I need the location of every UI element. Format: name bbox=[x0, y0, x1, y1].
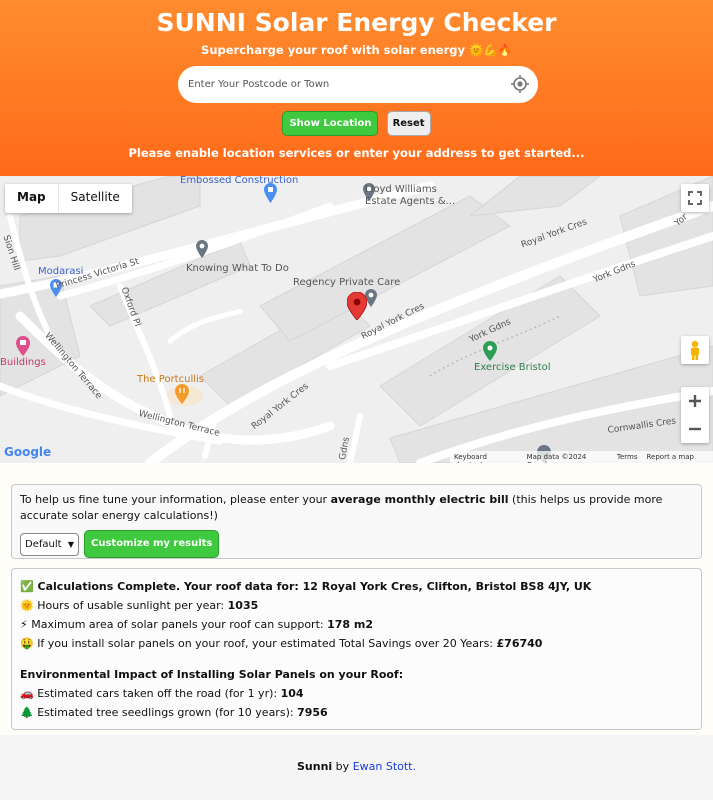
savings-label: 🤑 If you install solar panels on your ro… bbox=[20, 637, 497, 650]
map-label: Estate Agents &... bbox=[365, 196, 456, 207]
map-data-text: Map data ©2024 Google bbox=[526, 453, 587, 469]
pegman-icon bbox=[691, 340, 699, 360]
bill-select[interactable]: Default ▼ bbox=[20, 532, 79, 556]
zoom-controls bbox=[681, 387, 709, 443]
report-error-link[interactable]: Report a map error bbox=[646, 453, 709, 469]
zoom-in-icon[interactable] bbox=[681, 387, 709, 415]
tab-satellite[interactable]: Satellite bbox=[59, 184, 132, 213]
results-heading: ✅ Calculations Complete. Your roof data … bbox=[20, 580, 592, 593]
fullscreen-button[interactable] bbox=[681, 184, 709, 212]
map-label: Regency Private Care bbox=[293, 277, 401, 288]
savings-value: £76740 bbox=[496, 637, 543, 650]
cars-label: 🚗 Estimated cars taken off the road (for… bbox=[20, 687, 281, 700]
area-row: ⚡ Maximum area of solar panels your roof… bbox=[20, 615, 693, 634]
map-label: Exercise Bristol bbox=[474, 362, 551, 373]
map-attribution: Keyboard shortcuts Map data ©2024 Google… bbox=[450, 451, 713, 469]
brand-name: Sunni bbox=[297, 760, 333, 773]
trees-value: 7956 bbox=[297, 706, 328, 719]
zoom-out-icon[interactable] bbox=[681, 415, 709, 443]
map-label: Lloyd Williams bbox=[365, 184, 437, 195]
bill-text: To help us fine tune your information, p… bbox=[20, 493, 331, 506]
area-label: ⚡ Maximum area of solar panels your roof… bbox=[20, 618, 328, 631]
poi-pin-icon[interactable] bbox=[16, 336, 30, 356]
bill-controls: Default ▼ Customize my results bbox=[20, 530, 693, 558]
results-card: ✅ Calculations Complete. Your roof data … bbox=[11, 568, 702, 730]
show-location-button[interactable]: Show Location bbox=[282, 111, 379, 136]
map-type-toggle: Map Satellite bbox=[5, 184, 132, 213]
customize-button[interactable]: Customize my results bbox=[84, 530, 220, 558]
tab-map[interactable]: Map bbox=[5, 184, 59, 213]
savings-row: 🤑 If you install solar panels on your ro… bbox=[20, 634, 693, 653]
google-logo-text: Google bbox=[4, 445, 52, 459]
place-pin-icon[interactable] bbox=[196, 240, 208, 258]
keyboard-shortcuts-link[interactable]: Keyboard shortcuts bbox=[454, 453, 518, 469]
locate-icon[interactable] bbox=[510, 74, 530, 94]
google-logo: Google bbox=[4, 445, 51, 459]
search-input[interactable] bbox=[188, 74, 508, 94]
bill-text-bold: average monthly electric bill bbox=[330, 493, 509, 506]
place-pin-icon[interactable] bbox=[264, 183, 277, 203]
fullscreen-icon bbox=[688, 191, 702, 205]
gym-pin-icon[interactable] bbox=[483, 341, 497, 361]
terms-link[interactable]: Terms bbox=[617, 453, 638, 461]
map-label: Buildings bbox=[0, 357, 46, 368]
map-label: The Portcullis bbox=[137, 374, 204, 385]
search-bar bbox=[178, 66, 538, 103]
author-link[interactable]: Ewan Stott. bbox=[353, 760, 416, 773]
sunlight-value: 1035 bbox=[227, 599, 259, 612]
sunlight-label: 🌞 Hours of usable sunlight per year: bbox=[20, 599, 228, 612]
restaurant-pin-icon[interactable] bbox=[175, 384, 189, 404]
bill-select-value: Default bbox=[25, 538, 62, 550]
page-title: SUNNI Solar Energy Checker bbox=[156, 8, 557, 37]
page-footer: Sunni by Ewan Stott. bbox=[0, 760, 713, 773]
cars-row: 🚗 Estimated cars taken off the road (for… bbox=[20, 684, 693, 703]
trees-label: 🌲 Estimated tree seedlings grown (for 10… bbox=[20, 706, 298, 719]
cars-value: 104 bbox=[280, 687, 304, 700]
bill-instructions: To help us fine tune your information, p… bbox=[20, 492, 693, 524]
map-label: Knowing What To Do bbox=[186, 263, 289, 274]
status-message: Please enable location services or enter… bbox=[128, 146, 585, 160]
bill-card: To help us fine tune your information, p… bbox=[11, 484, 702, 559]
env-heading: Environmental Impact of Installing Solar… bbox=[20, 668, 404, 681]
reset-button[interactable]: Reset bbox=[386, 111, 431, 136]
hero-header: SUNNI Solar Energy Checker Supercharge y… bbox=[0, 0, 713, 176]
map-label: Embossed Construction bbox=[180, 176, 299, 186]
location-marker-icon[interactable] bbox=[347, 292, 367, 320]
area-value: 178 m2 bbox=[327, 618, 374, 631]
map-view[interactable]: Embossed Construction Lloyd Williams Est… bbox=[0, 176, 713, 463]
page-subtitle: Supercharge your roof with solar energy … bbox=[201, 43, 512, 57]
trees-row: 🌲 Estimated tree seedlings grown (for 10… bbox=[20, 703, 693, 722]
street-view-button[interactable] bbox=[681, 336, 709, 364]
action-buttons: Show Location Reset bbox=[0, 111, 713, 136]
footer-by: by bbox=[332, 760, 353, 773]
sunlight-row: 🌞 Hours of usable sunlight per year: 103… bbox=[20, 596, 693, 615]
chevron-down-icon: ▼ bbox=[67, 539, 74, 549]
